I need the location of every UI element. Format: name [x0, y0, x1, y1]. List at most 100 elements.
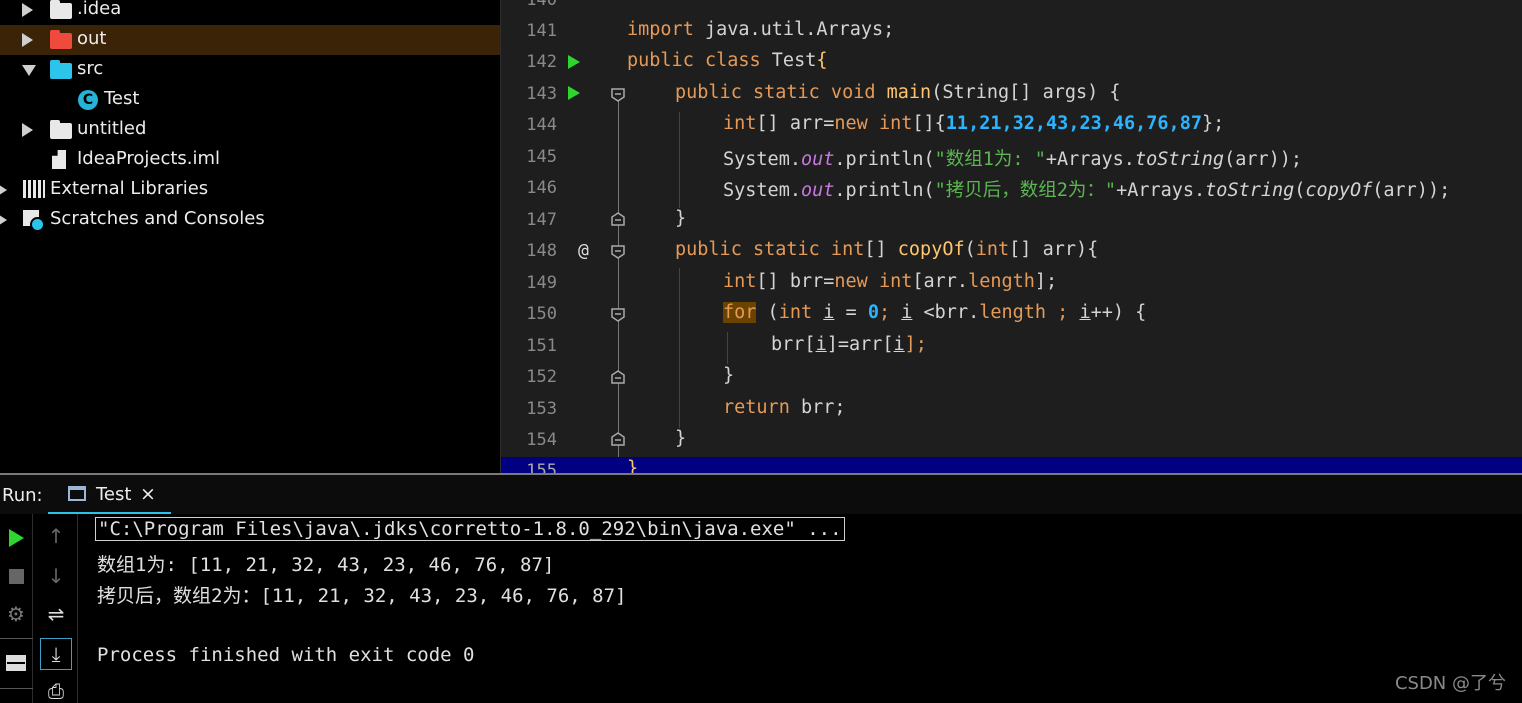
line-number: 154	[526, 430, 557, 450]
expand-arrow-icon[interactable]	[22, 33, 33, 47]
tree-item-label: External Libraries	[50, 178, 209, 199]
code-line-155: }	[627, 458, 639, 473]
run-panel-header: Run: Test ×	[0, 473, 1522, 516]
code-line-142: public class Test{	[627, 50, 828, 71]
run-panel-body: ⚙ ↑ ↓ ⇌ ⤓ ⎙ "C:\Program Files\java\.jdks…	[0, 514, 1522, 703]
line-number: 146	[526, 178, 557, 198]
line-number: 155	[526, 461, 557, 473]
tree-item-scratches[interactable]: Scratches and Consoles	[0, 205, 500, 235]
libraries-icon	[23, 180, 45, 198]
tree-item-label: src	[77, 58, 104, 79]
wrap-icon: ⇌	[47, 602, 65, 626]
collapse-arrow-icon[interactable]	[22, 65, 36, 76]
tree-item-label: Scratches and Consoles	[50, 208, 265, 229]
layout-button[interactable]	[3, 652, 29, 674]
stop-icon	[8, 568, 24, 584]
line-number: 150	[526, 304, 557, 324]
expand-arrow-icon[interactable]	[0, 213, 7, 227]
line-number: 152	[526, 367, 557, 387]
tree-item-label: untitled	[77, 118, 147, 139]
indent-guide	[727, 332, 728, 364]
arrow-up-icon: ↑	[47, 524, 65, 548]
tree-item-label: Test	[104, 88, 140, 109]
fold-close-icon[interactable]	[611, 432, 625, 446]
tree-item-label: out	[77, 28, 107, 49]
code-line-153: return brr;	[723, 397, 846, 418]
line-number: 149	[526, 273, 557, 293]
close-icon[interactable]: ×	[140, 483, 156, 505]
tree-item-untitled[interactable]: untitled	[0, 115, 500, 145]
code-line-141: import java.util.Arrays;	[627, 19, 895, 40]
toolbar-divider	[0, 638, 33, 639]
console-output-line: 拷贝后，数组2为：[11, 21, 32, 43, 23, 46, 76, 87…	[97, 585, 627, 607]
tab-test[interactable]: Test ×	[48, 475, 171, 516]
fold-open-icon[interactable]	[611, 88, 625, 102]
excluded-folder-icon	[50, 30, 72, 49]
toolbar-divider	[0, 688, 33, 689]
run-panel-title: Run:	[2, 485, 43, 506]
tree-item-idea[interactable]: .idea	[0, 0, 500, 25]
line-number: 147	[526, 210, 557, 230]
gear-icon: ⚙	[7, 602, 25, 626]
stop-button[interactable]	[4, 564, 28, 588]
rerun-button[interactable]	[4, 526, 28, 550]
fold-close-icon[interactable]	[611, 212, 625, 226]
tree-item-iml[interactable]: IdeaProjects.iml	[0, 145, 500, 175]
console-command-line: "C:\Program Files\java\.jdks\corretto-1.…	[95, 517, 845, 541]
tree-item-src[interactable]: src	[0, 55, 500, 85]
code-line-149: int[] brr=new int[arr.length];	[723, 271, 1058, 292]
tree-item-external-libraries[interactable]: External Libraries	[0, 175, 500, 205]
code-line-146: System.out.println("拷贝后，数组2为："+Arrays.to…	[723, 180, 1451, 201]
run-toolbar: ⚙	[0, 514, 33, 703]
line-number: 145	[526, 147, 557, 167]
console-output-line: 数组1为: [11, 21, 32, 43, 23, 46, 76, 87]	[97, 554, 555, 576]
expand-arrow-icon[interactable]	[22, 123, 33, 137]
code-line-145: System.out.println("数组1为: "+Arrays.toStr…	[723, 149, 1303, 170]
watermark: CSDN @了兮	[1394, 673, 1506, 694]
soft-wrap-button[interactable]: ⇌	[43, 600, 69, 628]
line-number: 143	[526, 84, 557, 104]
console-exit-line: Process finished with exit code 0	[97, 644, 475, 666]
folder-icon	[50, 0, 72, 19]
line-number: 153	[526, 399, 557, 419]
line-number: 142	[526, 52, 557, 72]
down-button[interactable]: ↓	[43, 562, 69, 590]
line-number: 148	[526, 241, 557, 261]
scroll-to-end-button[interactable]: ⤓	[40, 638, 72, 670]
tree-item-out[interactable]: out	[0, 25, 500, 55]
fold-close-icon[interactable]	[611, 370, 625, 384]
code-line-144: int[] arr=new int[]{11,21,32,43,23,46,76…	[723, 113, 1225, 134]
current-line-highlight	[501, 457, 1522, 473]
code-line-143: public static void main(String[] args) {	[675, 82, 1121, 103]
code-line-154: }	[675, 428, 687, 449]
scroll-end-icon: ⤓	[51, 642, 61, 666]
override-marker-icon[interactable]: @	[578, 240, 589, 261]
line-number: 144	[526, 115, 557, 135]
expand-arrow-icon[interactable]	[22, 3, 33, 17]
run-main-icon[interactable]	[568, 86, 580, 100]
project-tree: .idea out src C Test untitled IdeaProjec…	[0, 0, 500, 473]
tree-item-label: .idea	[77, 0, 122, 19]
line-number: 140	[526, 0, 557, 10]
run-class-icon[interactable]	[568, 55, 580, 69]
fold-open-icon[interactable]	[611, 308, 625, 322]
clock-icon	[30, 217, 45, 232]
code-line-150: for (int i = 0; i <brr.length ; i++) {	[723, 302, 1147, 323]
print-button[interactable]: ⎙	[43, 678, 69, 703]
console-toolbar: ↑ ↓ ⇌ ⤓ ⎙	[34, 514, 78, 703]
up-button[interactable]: ↑	[43, 522, 69, 550]
code-line-147: }	[675, 208, 687, 229]
code-line-148: public static int[] copyOf(int[] arr){	[675, 239, 1099, 260]
layout-icon	[6, 655, 26, 671]
file-icon	[52, 150, 66, 169]
fold-open-icon[interactable]	[611, 245, 625, 259]
indent-guide	[679, 268, 680, 428]
tree-item-label: IdeaProjects.iml	[77, 148, 221, 169]
java-class-icon: C	[78, 90, 98, 110]
source-folder-icon	[50, 60, 72, 79]
tree-item-test-class[interactable]: C Test	[0, 85, 500, 115]
settings-button[interactable]: ⚙	[2, 600, 30, 628]
expand-arrow-icon[interactable]	[0, 183, 7, 197]
console-icon	[68, 486, 86, 501]
code-editor[interactable]: 140 141 142 143 144 145 146 147 148 149 …	[500, 0, 1522, 473]
